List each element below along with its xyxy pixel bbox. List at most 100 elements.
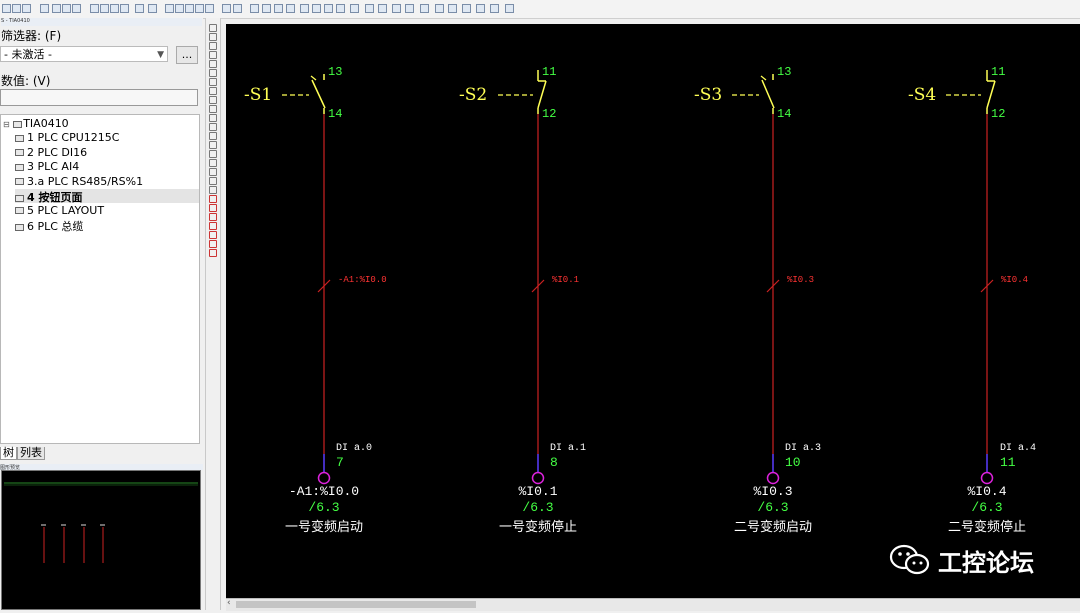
toolbar-tool-icon[interactable] [505, 4, 514, 13]
palette-tool-icon[interactable] [209, 114, 217, 122]
toolbar-tool-icon[interactable] [148, 4, 157, 13]
palette-tool-icon[interactable] [209, 141, 217, 149]
toolbar-tool-icon[interactable] [274, 4, 283, 13]
device-tag-s3[interactable]: -S3 [694, 85, 722, 105]
toolbar-tool-icon[interactable] [476, 4, 485, 13]
palette-tool-icon[interactable] [209, 51, 217, 59]
toolbar-tool-icon[interactable] [72, 4, 81, 13]
switch-s2-symbol [498, 70, 547, 114]
toolbar-tool-icon[interactable] [185, 4, 194, 13]
toolbar-tool-icon[interactable] [175, 4, 184, 13]
palette-tool-icon[interactable] [209, 213, 217, 221]
io-cross-ref[interactable]: /6.3 [264, 500, 384, 515]
toolbar-tool-icon[interactable] [90, 4, 99, 13]
palette-tool-icon[interactable] [209, 60, 217, 68]
horizontal-scrollbar[interactable]: ‹ [226, 598, 1080, 611]
contact-top-num: 11 [991, 65, 1006, 79]
tab-list[interactable]: 列表 [17, 447, 45, 460]
toolbar-tool-icon[interactable] [2, 4, 11, 13]
device-tag-s4[interactable]: -S4 [908, 85, 936, 105]
toolbar-tool-icon[interactable] [286, 4, 295, 13]
toolbar-tool-icon[interactable] [350, 4, 359, 13]
toolbar-tool-icon[interactable] [120, 4, 129, 13]
toolbar-tool-icon[interactable] [250, 4, 259, 13]
toolbar-tool-icon[interactable] [52, 4, 61, 13]
toolbar-tool-icon[interactable] [324, 4, 333, 13]
collapse-icon[interactable]: ⊟ [3, 120, 10, 129]
io-cross-ref[interactable]: /6.3 [478, 500, 598, 515]
tab-tree[interactable]: 树 [0, 447, 17, 460]
toolbar-tool-icon[interactable] [365, 4, 374, 13]
toolbar-tool-icon[interactable] [205, 4, 214, 13]
filter-dropdown[interactable]: - 未激活 - ▼ [0, 46, 168, 62]
tree-item-3[interactable]: 3 PLC AI4 [15, 160, 199, 174]
palette-tool-icon[interactable] [209, 123, 217, 131]
palette-tool-icon[interactable] [209, 96, 217, 104]
palette-tool-icon[interactable] [209, 168, 217, 176]
toolbar-tool-icon[interactable] [165, 4, 174, 13]
toolbar-tool-icon[interactable] [233, 4, 242, 13]
palette-tool-icon[interactable] [209, 132, 217, 140]
toolbar-tool-icon[interactable] [392, 4, 401, 13]
tree-item-3a[interactable]: 3.a PLC RS485/RS%1 [15, 175, 199, 189]
device-tag-s1[interactable]: -S1 [244, 85, 272, 105]
toolbar-tool-icon[interactable] [195, 4, 204, 13]
wire-address: %I0.1 [552, 275, 580, 285]
scroll-left-icon[interactable]: ‹ [227, 598, 231, 608]
toolbar-tool-icon[interactable] [490, 4, 499, 13]
io-address: %I0.1 [518, 484, 558, 499]
palette-tool-icon[interactable] [209, 186, 217, 194]
toolbar-tool-icon[interactable] [100, 4, 109, 13]
tree-item-2[interactable]: 2 PLC DI16 [15, 146, 199, 160]
palette-tool-icon[interactable] [209, 78, 217, 86]
scroll-thumb[interactable] [236, 601, 476, 608]
schematic-canvas[interactable]: -S1 13 14 -A1:%I0.0 DI a.0 7 -A1:%I0.0 /… [226, 24, 1080, 598]
toolbar-tool-icon[interactable] [462, 4, 471, 13]
device-tag-s2[interactable]: -S2 [459, 85, 487, 105]
tree-item-label: 3.a PLC RS485/RS%1 [27, 174, 144, 188]
toolbar-tool-icon[interactable] [336, 4, 345, 13]
palette-tool-icon[interactable] [209, 33, 217, 41]
preview-thumbnail [4, 482, 198, 563]
toolbar-tool-icon[interactable] [22, 4, 31, 13]
toolbar-tool-icon[interactable] [135, 4, 144, 13]
filter-more-button[interactable]: ... [176, 46, 198, 64]
tree-item-5[interactable]: 5 PLC LAYOUT [15, 204, 199, 218]
palette-tool-icon[interactable] [209, 150, 217, 158]
di-terminal-num: 8 [550, 455, 558, 470]
palette-tool-icon[interactable] [209, 42, 217, 50]
value-input[interactable] [0, 89, 198, 106]
palette-tool-icon[interactable] [209, 177, 217, 185]
io-cross-ref[interactable]: /6.3 [713, 500, 833, 515]
palette-tool-icon[interactable] [209, 87, 217, 95]
tree-root[interactable]: ⊟ TIA0410 [3, 117, 69, 131]
tree-item-6[interactable]: 6 PLC 总缆 [15, 218, 199, 233]
palette-tool-icon[interactable] [209, 204, 217, 212]
palette-tool-icon[interactable] [209, 195, 217, 203]
toolbar-tool-icon[interactable] [222, 4, 231, 13]
toolbar-tool-icon[interactable] [110, 4, 119, 13]
toolbar-tool-icon[interactable] [312, 4, 321, 13]
palette-tool-icon[interactable] [209, 69, 217, 77]
toolbar-tool-icon[interactable] [435, 4, 444, 13]
toolbar-tool-icon[interactable] [420, 4, 429, 13]
palette-tool-icon[interactable] [209, 105, 217, 113]
page-icon [15, 134, 24, 142]
toolbar-tool-icon[interactable] [378, 4, 387, 13]
palette-tool-icon[interactable] [209, 249, 217, 257]
toolbar-tool-icon[interactable] [40, 4, 49, 13]
palette-tool-icon[interactable] [209, 231, 217, 239]
toolbar-tool-icon[interactable] [262, 4, 271, 13]
toolbar-tool-icon[interactable] [62, 4, 71, 13]
palette-tool-icon[interactable] [209, 222, 217, 230]
toolbar-tool-icon[interactable] [448, 4, 457, 13]
tree-item-1[interactable]: 1 PLC CPU1215C [15, 131, 199, 145]
toolbar-tool-icon[interactable] [300, 4, 309, 13]
palette-tool-icon[interactable] [209, 240, 217, 248]
toolbar-tool-icon[interactable] [405, 4, 414, 13]
toolbar-tool-icon[interactable] [12, 4, 21, 13]
palette-tool-icon[interactable] [209, 24, 217, 32]
io-cross-ref[interactable]: /6.3 [927, 500, 1047, 515]
tree-item-4[interactable]: 4 按钮页面 [15, 189, 199, 204]
palette-tool-icon[interactable] [209, 159, 217, 167]
